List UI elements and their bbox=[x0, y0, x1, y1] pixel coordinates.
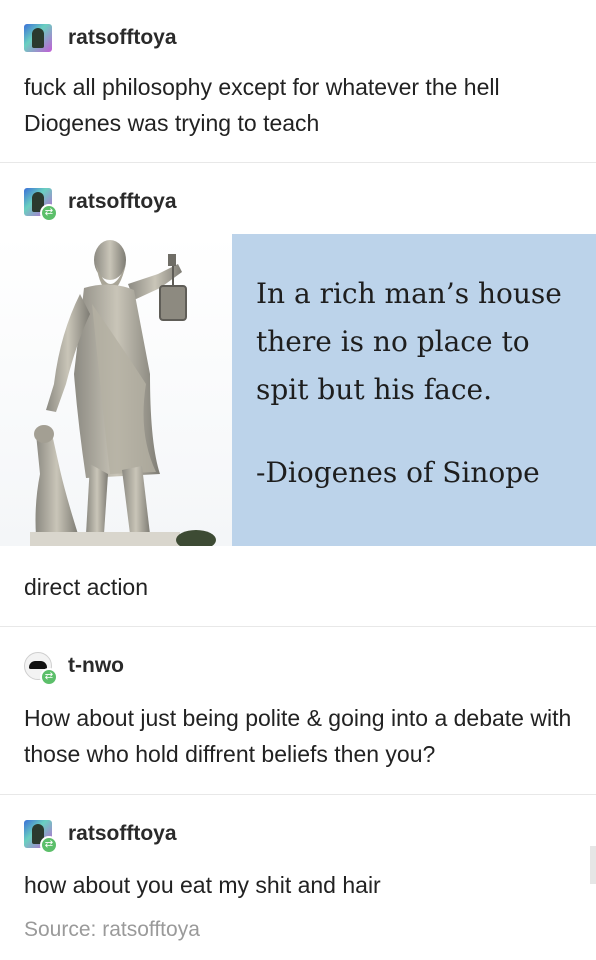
avatar-figure-icon bbox=[32, 28, 44, 48]
helmet-icon bbox=[29, 661, 47, 669]
username[interactable]: ratsofftoya bbox=[68, 26, 177, 50]
quote-author: -Diogenes of Sinope bbox=[256, 456, 540, 489]
divider bbox=[0, 162, 596, 163]
post-text: direct action bbox=[24, 574, 149, 600]
statue-image bbox=[0, 234, 232, 550]
divider bbox=[0, 794, 596, 795]
scrollbar[interactable] bbox=[590, 846, 596, 884]
post-text: How about just being polite & going into… bbox=[24, 705, 572, 767]
divider bbox=[0, 626, 596, 627]
quote-panel: In a rich man’s house there is no place … bbox=[232, 234, 596, 546]
username[interactable]: ratsofftoya bbox=[68, 822, 177, 846]
avatar[interactable] bbox=[24, 24, 52, 52]
diogenes-statue-icon bbox=[30, 240, 216, 550]
post-text: fuck all philosophy except for whatever … bbox=[24, 74, 500, 136]
reblog-icon: ⇄ bbox=[40, 836, 58, 854]
post-text: how about you eat my shit and hair bbox=[24, 872, 381, 898]
source-link[interactable]: Source: ratsofftoya bbox=[24, 918, 200, 942]
reblog-icon: ⇄ bbox=[40, 668, 58, 686]
quote-text: In a rich man’s house there is no place … bbox=[256, 277, 562, 406]
reblog-icon: ⇄ bbox=[40, 204, 58, 222]
username[interactable]: ratsofftoya bbox=[68, 190, 177, 214]
post-image[interactable]: In a rich man’s house there is no place … bbox=[0, 234, 596, 550]
username[interactable]: t-nwo bbox=[68, 654, 124, 678]
